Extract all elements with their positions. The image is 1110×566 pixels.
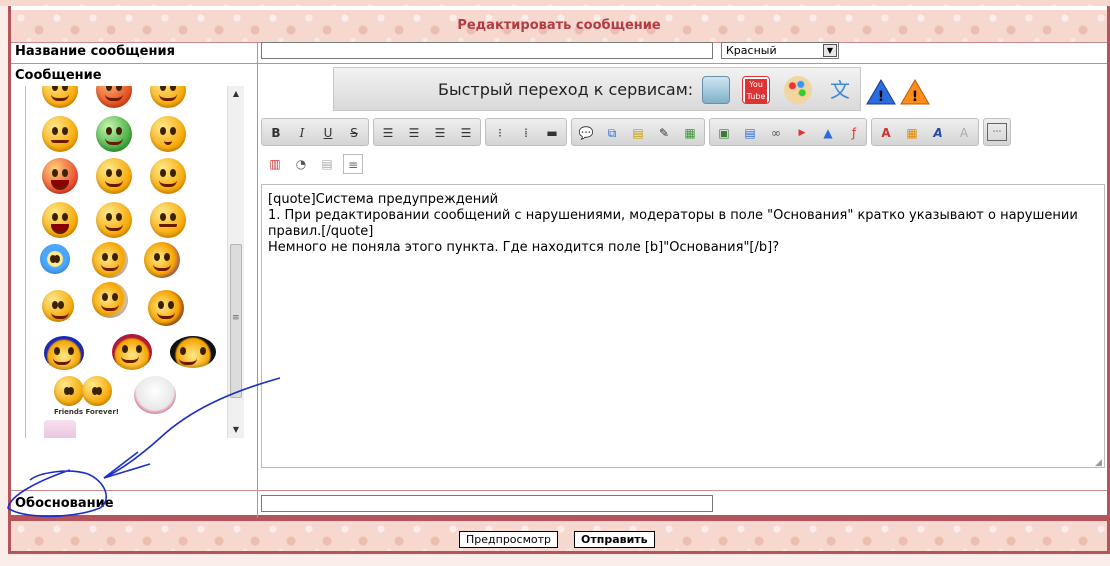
align-left-icon[interactable]: ☰ (378, 123, 398, 143)
message-editor[interactable]: [quote]Система предупреждений 1. При ред… (261, 184, 1105, 468)
list-group: ⁝ ⁞ ▬ (485, 118, 567, 146)
editor-toolbar: B I U S ☰ ☰ ☰ ☰ ⁝ ⁞ ▬ 💬 ⧉ ▤ ✎ ▦ ▣ ▤ ∞ ▶ (261, 116, 1105, 184)
extra-group: ▥ ◔ ▤ ≡ (261, 150, 371, 178)
smiley-icon[interactable] (150, 86, 186, 108)
services-label: Быстрый переход к сервисам: (438, 80, 694, 99)
svg-text:!: ! (912, 89, 918, 105)
page-bottom (0, 556, 1110, 566)
message-label: Сообщение (15, 68, 102, 83)
smiley-icon[interactable] (96, 158, 132, 194)
format-group: B I U S (261, 118, 369, 146)
smiley-panel: Friends Forever! (25, 86, 245, 438)
insert-group: 💬 ⧉ ▤ ✎ ▦ (571, 118, 705, 146)
subject-input[interactable] (261, 42, 713, 59)
strike-button[interactable]: S (344, 123, 364, 143)
warning-orange-icon[interactable]: ! (900, 78, 930, 106)
friends-caption: Friends Forever! (54, 408, 119, 416)
more-icon[interactable]: ⋯ (987, 123, 1007, 141)
smiley-icon[interactable] (44, 336, 84, 370)
form-title: Редактировать сообщение (11, 10, 1107, 42)
smiley-icon[interactable] (42, 116, 78, 152)
link-icon[interactable]: ∞ (766, 123, 786, 143)
quote-icon[interactable]: 💬 (576, 123, 596, 143)
align-group: ☰ ☰ ☰ ☰ (373, 118, 481, 146)
more-group: ⋯ (983, 118, 1011, 146)
form-footer: Предпросмотр Отправить (8, 518, 1110, 554)
smiley-scrollbar[interactable]: ▲ ≡ ▼ (227, 86, 244, 438)
preview-button[interactable]: Предпросмотр (459, 531, 558, 548)
smiley-icon[interactable] (144, 242, 180, 278)
horizontal-rule-icon[interactable]: ▬ (542, 123, 562, 143)
font-size-icon[interactable]: A (876, 123, 896, 143)
scroll-up-icon[interactable]: ▲ (228, 86, 244, 102)
smiley-icon[interactable] (42, 202, 78, 238)
align-justify-icon[interactable]: ☰ (456, 123, 476, 143)
santa-smiley-icon[interactable] (42, 290, 74, 322)
youtube-icon[interactable]: ▶ (792, 123, 812, 143)
translate-service-icon[interactable]: 文 (826, 76, 854, 104)
smiley-icon[interactable] (92, 242, 128, 278)
divider (11, 63, 1107, 64)
image-icon[interactable]: ▣ (714, 123, 734, 143)
friends-smiley-icon[interactable] (54, 376, 118, 412)
resize-handle-icon[interactable]: ◢ (1095, 458, 1102, 468)
warning-blue-icon[interactable]: ! (866, 78, 896, 106)
numbered-list-icon[interactable]: ⁞ (516, 123, 536, 143)
source-icon[interactable]: ≡ (343, 154, 363, 174)
divider (11, 490, 1107, 491)
bold-button[interactable]: B (266, 123, 286, 143)
submit-button[interactable]: Отправить (574, 531, 655, 548)
smiley-icon[interactable] (96, 202, 132, 238)
flash-icon[interactable]: ƒ (844, 123, 864, 143)
italic-button[interactable]: I (292, 123, 312, 143)
smiley-icon[interactable] (42, 86, 78, 108)
underline-button[interactable]: U (318, 123, 338, 143)
table-icon[interactable]: ▦ (680, 123, 700, 143)
palette-service-icon[interactable] (784, 76, 812, 104)
font-group: A ▦ A A (871, 118, 979, 146)
smiley-icon[interactable] (150, 202, 186, 238)
scroll-down-icon[interactable]: ▼ (228, 422, 244, 438)
youtube-service-icon[interactable]: You Tube (742, 76, 770, 104)
svg-text:!: ! (878, 89, 884, 105)
align-right-icon[interactable]: ☰ (430, 123, 450, 143)
color-select[interactable]: Красный ▼ (721, 42, 839, 59)
edit-icon[interactable]: ✎ (654, 123, 674, 143)
smiley-icon[interactable] (150, 116, 186, 152)
image-upload-icon[interactable]: ▤ (740, 123, 760, 143)
smiley-icon[interactable] (92, 282, 128, 318)
image-service-icon[interactable] (702, 76, 730, 104)
bullet-list-icon[interactable]: ⁝ (490, 123, 510, 143)
font-face-icon[interactable]: A (928, 123, 948, 143)
chevron-down-icon[interactable]: ▼ (823, 44, 837, 57)
smiley-icon[interactable] (150, 158, 186, 194)
media-group: ▣ ▤ ∞ ▶ ▲ ƒ (709, 118, 867, 146)
smiley-icon[interactable] (112, 334, 152, 370)
align-center-icon[interactable]: ☰ (404, 123, 424, 143)
time-icon[interactable]: ◔ (291, 154, 311, 174)
hide-icon[interactable]: ▲ (818, 123, 838, 143)
services-bar: Быстрый переход к сервисам: You Tube 文 !… (333, 67, 930, 111)
code-icon[interactable]: ⧉ (602, 123, 622, 143)
column-divider (257, 42, 258, 518)
smiley-icon[interactable] (96, 86, 132, 108)
scroll-thumb[interactable]: ≡ (230, 244, 242, 398)
smiley-icon[interactable] (170, 336, 216, 368)
smiley-icon[interactable] (148, 290, 184, 326)
reason-input[interactable] (261, 495, 713, 512)
smiley-icon[interactable] (42, 158, 78, 194)
color-grid-icon[interactable]: ▦ (902, 123, 922, 143)
reason-label: Обоснование (15, 496, 114, 511)
color-select-value: Красный (726, 44, 777, 57)
smiley-icon[interactable] (96, 116, 132, 152)
clear-format-icon[interactable]: A (954, 123, 974, 143)
edit-form: Редактировать сообщение Название сообщен… (8, 6, 1110, 518)
underwear-icon[interactable] (134, 376, 176, 414)
calendar-icon[interactable]: ▥ (265, 154, 285, 174)
spoiler-icon[interactable]: ▤ (628, 123, 648, 143)
smiley-icon[interactable] (44, 420, 76, 438)
flower-smiley-icon[interactable] (40, 244, 70, 274)
subject-label: Название сообщения (15, 44, 175, 59)
paste-icon[interactable]: ▤ (317, 154, 337, 174)
